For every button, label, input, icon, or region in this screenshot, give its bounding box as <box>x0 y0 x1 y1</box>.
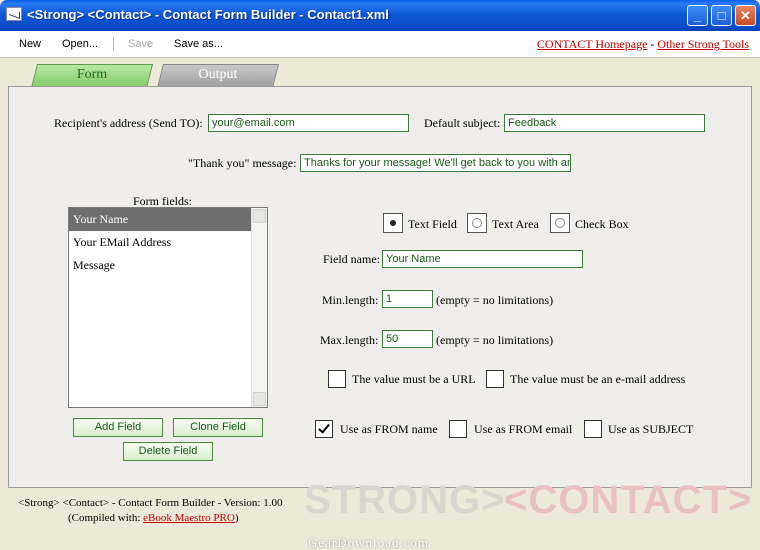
tab-output-label: Output <box>198 67 238 82</box>
min-length-input[interactable]: 1 <box>382 290 433 308</box>
maximize-button[interactable]: □ <box>711 5 732 26</box>
tab-form-label: Form <box>76 67 108 82</box>
field-name-label: Field name: <box>323 252 380 266</box>
must-url-checkbox[interactable] <box>328 370 346 388</box>
form-fields-list[interactable]: Your Name Your EMail Address Message <box>68 207 268 408</box>
radio-text-field-label: Text Field <box>408 217 457 231</box>
close-button[interactable]: ✕ <box>735 5 756 26</box>
open-button[interactable]: Open... <box>62 38 98 50</box>
thanks-input[interactable]: Thanks for your message! We'll get back … <box>300 154 571 172</box>
must-email-checkbox[interactable] <box>486 370 504 388</box>
list-item[interactable]: Your EMail Address <box>69 231 267 254</box>
list-item[interactable]: Message <box>69 254 267 277</box>
list-item[interactable]: Your Name <box>69 208 267 231</box>
clone-field-button[interactable]: Clone Field <box>173 418 263 437</box>
link-separator: - <box>647 37 658 51</box>
toolbar-separator <box>113 37 114 51</box>
recipient-input[interactable]: your@email.com <box>208 114 409 132</box>
compiled-suffix: ) <box>234 512 239 524</box>
must-email-label: The value must be an e-mail address <box>510 372 686 386</box>
compiled-prefix: (Compiled with: <box>68 512 144 524</box>
version-text: <Strong> <Contact> - Contact Form Builde… <box>18 497 283 509</box>
recipient-label: Recipient's address (Send TO): <box>54 116 203 130</box>
use-from-name-checkbox[interactable] <box>315 420 333 438</box>
save-button[interactable]: Save <box>128 38 153 50</box>
radio-text-field[interactable] <box>383 213 403 233</box>
watermark-site: GearDownload.com <box>308 535 430 550</box>
list-scrollbar[interactable] <box>251 208 267 407</box>
add-field-button[interactable]: Add Field <box>73 418 163 437</box>
app-envelope-icon <box>6 7 22 21</box>
window-title: <Strong> <Contact> - Contact Form Builde… <box>27 7 389 22</box>
use-from-name-label: Use as FROM name <box>340 422 438 436</box>
contact-homepage-link[interactable]: CONTACT Homepage <box>537 37 647 51</box>
watermark-contact: <CONTACT> <box>504 478 753 522</box>
delete-field-button[interactable]: Delete Field <box>123 442 213 461</box>
radio-text-area[interactable] <box>467 213 487 233</box>
min-length-hint: (empty = no limitations) <box>436 293 554 307</box>
radio-text-area-label: Text Area <box>492 217 539 231</box>
other-strong-tools-link[interactable]: Other Strong Tools <box>657 37 749 51</box>
radio-check-box-label: Check Box <box>575 217 629 231</box>
max-length-input[interactable]: 50 <box>382 330 433 348</box>
use-from-email-checkbox[interactable] <box>449 420 467 438</box>
max-length-hint: (empty = no limitations) <box>436 333 554 347</box>
subject-label: Default subject: <box>424 116 501 130</box>
tab-output[interactable]: Output <box>157 64 279 88</box>
scroll-up-arrow[interactable] <box>253 209 266 223</box>
must-url-label: The value must be a URL <box>352 372 476 386</box>
thanks-label: "Thank you" message: <box>188 156 297 170</box>
use-from-email-label: Use as FROM email <box>474 422 573 436</box>
scroll-down-arrow[interactable] <box>253 392 266 406</box>
ebook-maestro-link[interactable]: eBook Maestro PRO <box>143 512 235 524</box>
use-subject-label: Use as SUBJECT <box>608 422 694 436</box>
title-bar: <Strong> <Contact> - Contact Form Builde… <box>0 0 760 31</box>
subject-input[interactable]: Feedback <box>504 114 705 132</box>
toolbar-links: CONTACT Homepage - Other Strong Tools <box>537 37 749 52</box>
compiled-with-text: (Compiled with: eBook Maestro PRO) <box>68 512 239 524</box>
radio-check-box[interactable] <box>550 213 570 233</box>
new-button[interactable]: New <box>19 38 41 50</box>
max-length-label: Max.length: <box>320 333 379 347</box>
tab-form[interactable]: Form <box>31 64 153 88</box>
save-as-button[interactable]: Save as... <box>174 38 223 50</box>
toolbar: New Open... Save Save as... CONTACT Home… <box>0 31 760 58</box>
min-length-label: Min.length: <box>322 293 379 307</box>
watermark-strong: STRONG> <box>304 478 506 522</box>
minimize-button[interactable]: _ <box>687 5 708 26</box>
field-name-input[interactable]: Your Name <box>382 250 583 268</box>
use-subject-checkbox[interactable] <box>584 420 602 438</box>
